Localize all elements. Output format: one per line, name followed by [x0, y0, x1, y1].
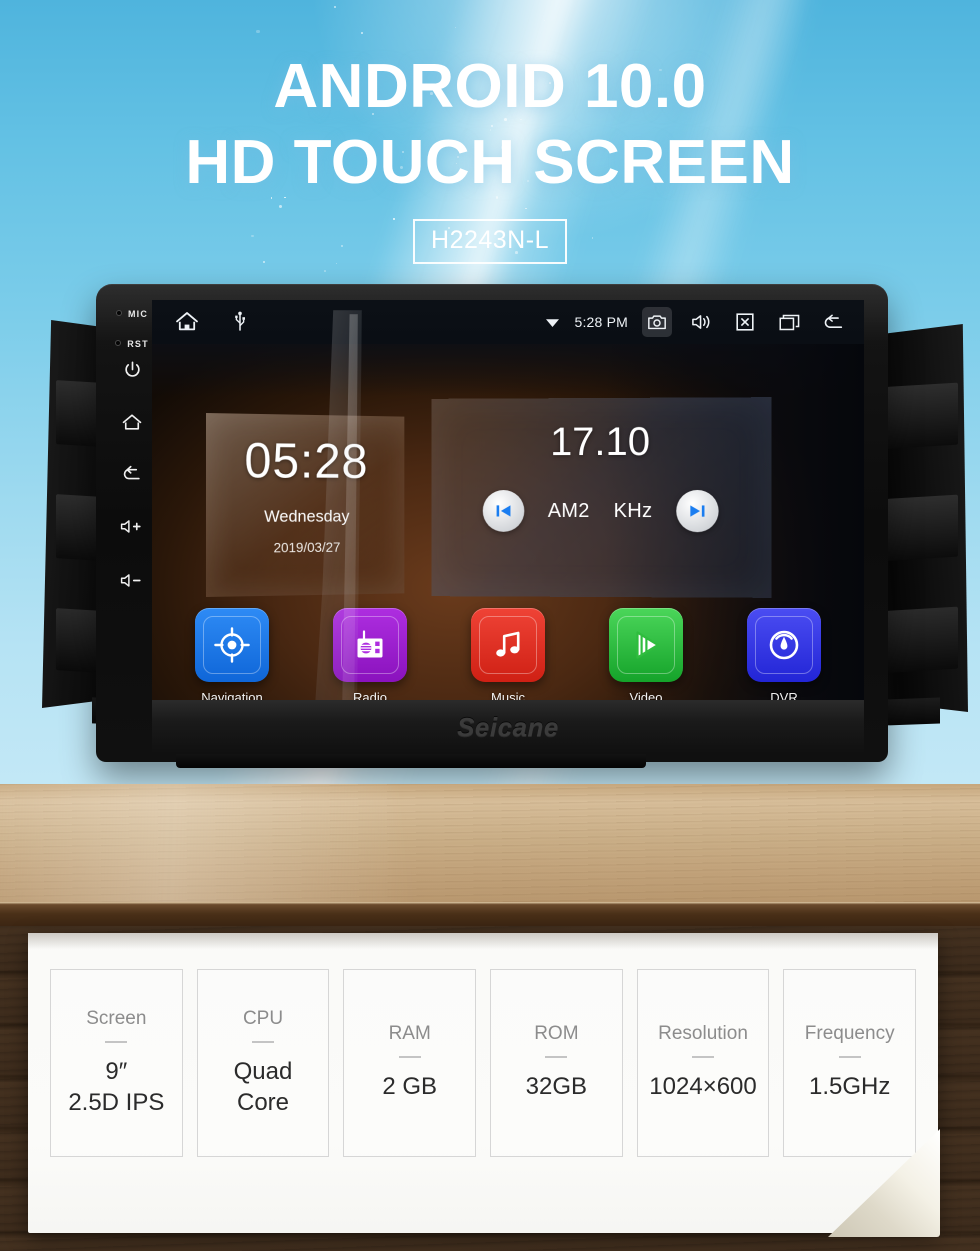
spec-label-rom: ROM: [534, 1023, 579, 1045]
car-head-unit: MIC RST 5:28 PM 05:28 Wednesday 2019/03/…: [0, 276, 980, 776]
app-radio[interactable]: Radio: [308, 608, 432, 700]
home-icon[interactable]: [121, 412, 143, 432]
bottom-bezel: Seicane: [152, 700, 864, 754]
clock-widget-weekday: Wednesday: [264, 506, 350, 526]
head-unit-bottom-lip: [176, 754, 646, 768]
side-key-reset-label: RST: [127, 339, 149, 349]
status-bar-right-group: 5:28 PM: [545, 307, 864, 337]
recents-icon[interactable]: [774, 307, 804, 337]
spec-divider: [692, 1056, 715, 1059]
spec-divider: [252, 1040, 274, 1043]
spec-divider: [838, 1056, 861, 1059]
spec-sheet-paper: Screen 9″ 2.5D IPS CPU Quad Core RAM 2 G…: [28, 933, 940, 1237]
camera-icon[interactable]: [642, 307, 672, 337]
app-dvr-label: DVR: [770, 690, 798, 700]
dvr-gauge-icon[interactable]: [747, 608, 821, 682]
spec-card-ram: RAM 2 GB: [343, 969, 477, 1157]
hero-headline-line1: ANDROID 10.0: [273, 52, 707, 121]
spec-value-screen: 9″ 2.5D IPS: [68, 1057, 165, 1116]
android-status-bar: 5:28 PM: [152, 300, 864, 344]
app-radio-label: Radio: [353, 690, 387, 700]
close-x-icon[interactable]: [730, 307, 760, 337]
app-dvr[interactable]: DVR: [722, 608, 846, 700]
spec-value-cpu: Quad Core: [233, 1057, 293, 1116]
touch-display[interactable]: 5:28 PM 05:28 Wednesday 2019/03/27 17.10…: [152, 300, 864, 700]
app-music[interactable]: Music: [446, 608, 570, 700]
spec-label-screen: Screen: [86, 1007, 147, 1029]
spec-value-rom: 32GB: [525, 1073, 588, 1101]
radio-frequency: 17.10: [550, 419, 651, 465]
volume-up-icon[interactable]: [119, 518, 145, 535]
volume-down-icon[interactable]: [119, 572, 145, 589]
advertisement-page: ANDROID 10.0 HD TOUCH SCREEN H2243N-L MI…: [0, 0, 980, 1251]
power-icon[interactable]: [123, 360, 142, 379]
spec-divider: [545, 1056, 568, 1059]
back-arrow-icon[interactable]: [818, 307, 848, 337]
spec-value-frequency: 1.5GHz: [809, 1073, 891, 1101]
spec-divider: [398, 1056, 421, 1059]
volume-icon[interactable]: [686, 307, 716, 337]
usb-icon[interactable]: [234, 311, 246, 333]
status-bar-left-group: [152, 310, 246, 334]
app-shortcut-row: Navigation Radio Music Video DVR: [170, 608, 846, 700]
app-video[interactable]: Video: [584, 608, 708, 700]
spec-card-screen: Screen 9″ 2.5D IPS: [50, 969, 183, 1157]
home-icon[interactable]: [174, 310, 200, 334]
brand-logo: Seicane: [457, 711, 559, 742]
clock-widget[interactable]: 05:28 Wednesday 2019/03/27: [206, 413, 405, 597]
clock-widget-time: 05:28: [244, 432, 369, 489]
spec-card-resolution: Resolution 1024×600: [636, 969, 770, 1157]
music-note-icon[interactable]: [471, 608, 545, 682]
skip-previous-icon[interactable]: [482, 490, 524, 532]
radio-band: AM2: [547, 499, 590, 522]
microphone-hole-icon: [115, 309, 122, 316]
sheet-top-shadow: [28, 933, 938, 949]
wood-table-surface: [0, 784, 980, 906]
wifi-icon: [545, 316, 560, 329]
navigation-target-icon[interactable]: [195, 608, 269, 682]
app-music-label: Music: [491, 690, 525, 700]
spec-card-frequency: Frequency 1.5GHz: [783, 969, 917, 1157]
wood-table-edge: [0, 902, 980, 928]
video-play-icon[interactable]: [609, 608, 683, 682]
app-navigation[interactable]: Navigation: [170, 608, 294, 700]
model-number-badge: H2243N-L: [0, 219, 980, 264]
spec-label-cpu: CPU: [242, 1007, 284, 1029]
spec-card-row: Screen 9″ 2.5D IPS CPU Quad Core RAM 2 G…: [50, 969, 917, 1157]
hero-headline-line2: HD TOUCH SCREEN: [185, 128, 795, 197]
model-number-text: H2243N-L: [413, 219, 567, 264]
hero-headline: ANDROID 10.0 HD TOUCH SCREEN: [0, 56, 980, 194]
reset-hole-icon[interactable]: [115, 339, 122, 346]
spec-label-frequency: Frequency: [804, 1023, 895, 1045]
spec-value-ram: 2 GB: [382, 1073, 438, 1101]
back-arrow-icon[interactable]: [120, 464, 144, 482]
radio-controls-row: AM2 KHz: [432, 489, 772, 533]
clock-widget-date: 2019/03/27: [273, 539, 341, 556]
spec-value-resolution: 1024×600: [649, 1073, 757, 1101]
skip-next-icon[interactable]: [676, 489, 719, 533]
spec-divider: [105, 1040, 128, 1043]
wood-light-sheen: [0, 784, 412, 906]
spec-card-cpu: CPU Quad Core: [196, 969, 330, 1157]
app-video-label: Video: [629, 690, 663, 700]
radio-widget[interactable]: 17.10 AM2 KHz: [431, 397, 772, 598]
side-key-mic-label: MIC: [127, 309, 149, 319]
spec-label-resolution: Resolution: [658, 1023, 748, 1045]
status-bar-clock: 5:28 PM: [574, 314, 628, 330]
spec-label-ram: RAM: [388, 1023, 431, 1045]
radio-unit: KHz: [613, 499, 653, 522]
app-navigation-label: Navigation: [201, 690, 263, 700]
spec-card-rom: ROM 32GB: [490, 969, 623, 1157]
